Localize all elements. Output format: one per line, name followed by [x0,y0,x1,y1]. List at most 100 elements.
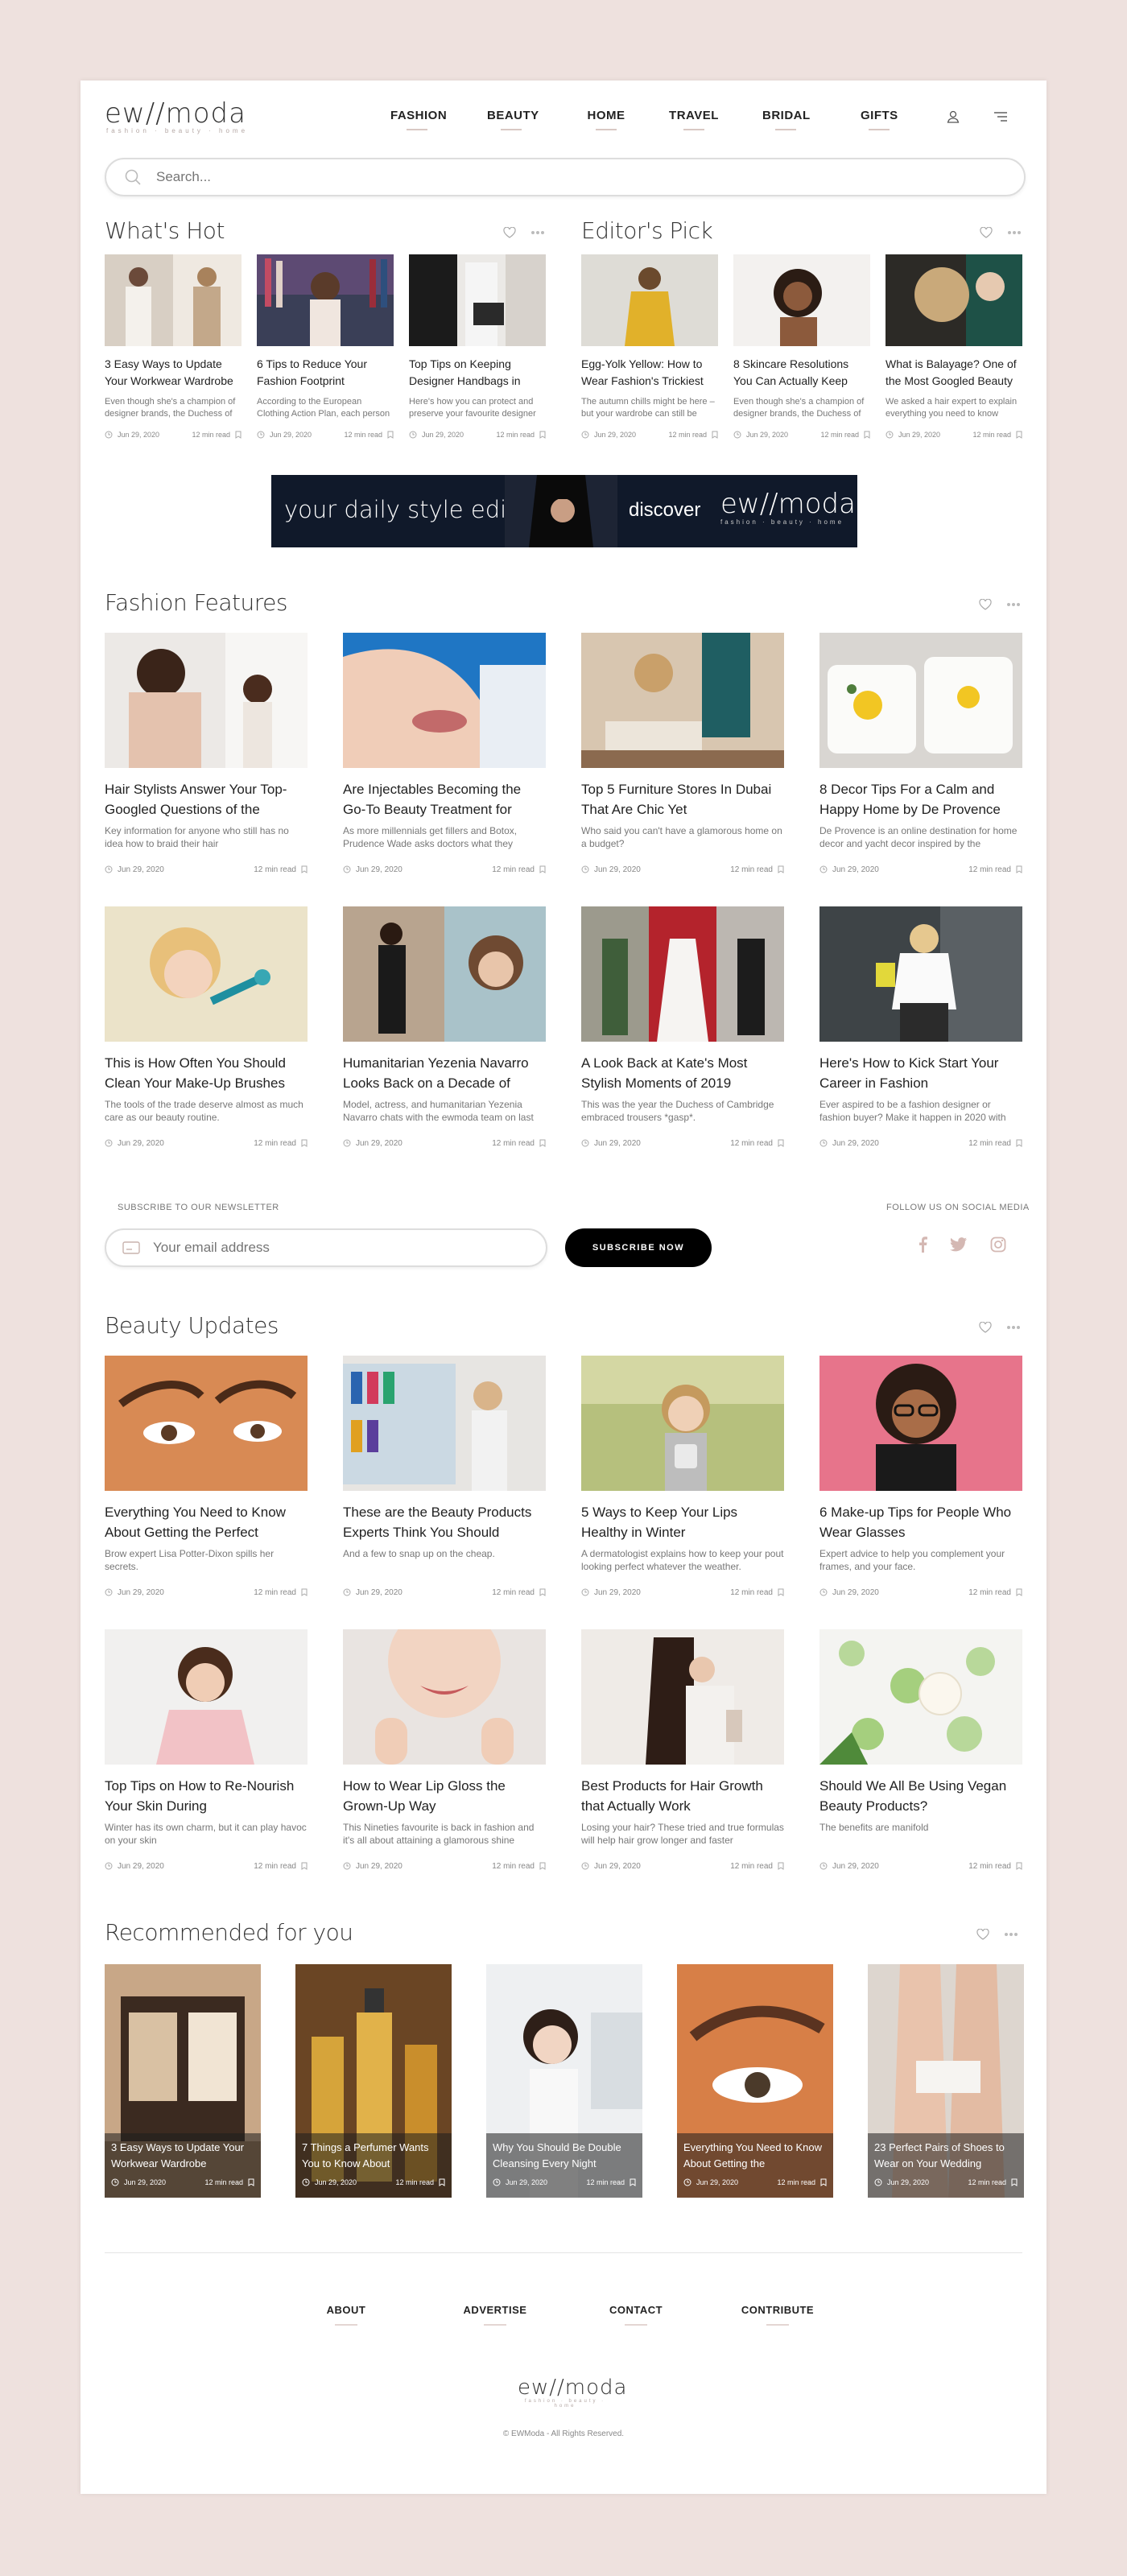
twitter-icon[interactable] [950,1237,968,1252]
feature-card[interactable]: Humanitarian Yezenia Navarro Looks Back … [343,906,546,1150]
pick-card[interactable]: 8 Skincare Resolutions You Can Actually … [733,254,870,441]
article-image [343,1629,546,1765]
banner-logo: ew//moda fashion · beauty · home [720,489,856,526]
card-title: Are Injectables Becoming the Go-To Beaut… [343,782,522,817]
feature-card[interactable]: This is How Often You Should Clean Your … [105,906,308,1150]
banner-discover: discover [629,499,701,521]
recommended-card[interactable]: 7 Things a Perfumer Wants You to Know Ab… [295,1964,452,2198]
beauty-card[interactable]: 5 Ways to Keep Your Lips Healthy in Wint… [581,1356,784,1599]
clock-icon [343,1139,351,1147]
hot-card[interactable]: 3 Easy Ways to Update Your Workwear Ward… [105,254,242,441]
card-date: Jun 29, 2020 [696,2178,739,2186]
footer-link-contribute[interactable]: CONTRIBUTE [737,2304,818,2326]
footer-link-advertise[interactable]: ADVERTISE [459,2304,531,2326]
heart-icon[interactable] [979,1322,992,1333]
card-title: 7 Things a Perfumer Wants You to Know Ab… [302,2141,429,2169]
clock-icon [819,1862,828,1870]
beauty-card[interactable]: 6 Make-up Tips for People Who Wear Glass… [819,1356,1022,1599]
card-date: Jun 29, 2020 [118,865,164,874]
subscribe-button[interactable]: SUBSCRIBE NOW [565,1228,712,1267]
clock-icon [819,1139,828,1147]
feature-card[interactable]: 8 Decor Tips For a Calm and Happy Home b… [819,633,1022,876]
more-icon[interactable] [1007,230,1022,235]
article-image [581,254,718,346]
nav-travel[interactable]: TRAVEL [669,104,719,130]
card-title: 23 Perfect Pairs of Shoes to Wear on You… [874,2141,1005,2169]
card-read-time: 12 min read [254,1587,296,1597]
editors-pick-title: Editor's Pick [581,217,713,244]
feature-card[interactable]: Top 5 Furniture Stores In Dubai That Are… [581,633,784,876]
card-date: Jun 29, 2020 [118,1587,164,1597]
bookmark-icon [1016,1588,1022,1596]
beauty-card[interactable]: Top Tips on How to Re-Nourish Your Skin … [105,1629,308,1872]
more-icon[interactable] [1004,1932,1018,1937]
heart-icon[interactable] [980,227,993,238]
heart-icon[interactable] [503,227,516,238]
card-date: Jun 29, 2020 [594,1861,641,1871]
heart-icon[interactable] [979,599,992,610]
hot-card[interactable]: Top Tips on Keeping Designer Handbags in… [409,254,546,441]
more-icon[interactable] [530,230,545,235]
nav-home[interactable]: HOME [587,104,625,130]
card-meta: Jun 29, 2020 12 min read [343,1586,546,1599]
card-read-time: 12 min read [968,2178,1006,2186]
logo[interactable]: ew//moda fashion · beauty · home [105,100,266,134]
card-read-time: 12 min read [730,865,773,874]
beauty-card[interactable]: Should We All Be Using Vegan Beauty Prod… [819,1629,1022,1872]
recommended-card[interactable]: 23 Perfect Pairs of Shoes to Wear on You… [868,1964,1024,2198]
recommended-card[interactable]: Why You Should Be Double Cleansing Every… [486,1964,642,2198]
beauty-card[interactable]: Best Products for Hair Growth that Actua… [581,1629,784,1872]
social-label: FOLLOW US ON SOCIAL MEDIA [886,1203,1030,1212]
user-icon[interactable] [946,109,960,124]
recommended-card[interactable]: 3 Easy Ways to Update Your Workwear Ward… [105,1964,261,2198]
feature-card[interactable]: Are Injectables Becoming the Go-To Beaut… [343,633,546,876]
beauty-card[interactable]: Everything You Need to Know About Gettin… [105,1356,308,1599]
more-icon[interactable] [1006,602,1021,607]
card-meta: Jun 29, 2020 12 min read [343,863,546,876]
mail-icon [122,1241,140,1254]
card-date: Jun 29, 2020 [118,1138,164,1148]
feature-card[interactable]: A Look Back at Kate's Most Stylish Momen… [581,906,784,1150]
hot-card[interactable]: 6 Tips to Reduce Your Fashion Footprint … [257,254,394,441]
banner-headline: your daily style edit [284,496,516,523]
clock-icon [874,2178,882,2186]
email-input[interactable] [153,1240,507,1256]
card-overlay: 23 Perfect Pairs of Shoes to Wear on You… [868,2133,1024,2198]
facebook-icon[interactable] [918,1236,927,1253]
beauty-card[interactable]: These are the Beauty Products Experts Th… [343,1356,546,1599]
feature-card[interactable]: Hair Stylists Answer Your Top-Googled Qu… [105,633,308,876]
instagram-icon[interactable] [990,1236,1006,1253]
nav-beauty[interactable]: BEAUTY [487,104,539,130]
card-meta: Jun 29, 2020 12 min read [581,1586,784,1599]
card-date: Jun 29, 2020 [356,865,402,874]
bookmark-icon [778,1139,784,1147]
card-date: Jun 29, 2020 [356,1587,402,1597]
pick-card[interactable]: What is Balayage? One of the Most Google… [886,254,1022,441]
nav-gifts[interactable]: GIFTS [861,104,898,130]
page: ew//moda fashion · beauty · home FASHION… [80,80,1046,2494]
ad-banner[interactable]: your daily style edit discover ew//moda … [271,475,857,547]
more-icon[interactable] [1006,1325,1021,1330]
card-excerpt: According to the European Clothing Actio… [257,397,390,419]
recommended-card[interactable]: Everything You Need to Know About Gettin… [677,1964,833,2198]
nav-fashion[interactable]: FASHION [390,104,447,130]
banner-tagline: fashion · beauty · home [720,518,844,526]
card-meta: Jun 29, 2020 12 min read [409,428,546,441]
search-input[interactable] [156,169,881,185]
bookmark-icon [235,431,242,439]
footer-logo[interactable]: ew//moda fashion · beauty · home [518,2376,626,2409]
nav-bridal[interactable]: BRIDAL [762,104,810,130]
beauty-card[interactable]: How to Wear Lip Gloss the Grown-Up Way T… [343,1629,546,1872]
whats-hot-title: What's Hot [105,217,225,244]
footer-link-about[interactable]: ABOUT [322,2304,370,2326]
menu-icon[interactable] [993,110,1009,123]
feature-card[interactable]: Here's How to Kick Start Your Career in … [819,906,1022,1150]
card-meta: Jun 29, 2020 12 min read [105,1586,308,1599]
footer-link-contact[interactable]: CONTACT [604,2304,668,2326]
bookmark-icon [539,1139,546,1147]
heart-icon[interactable] [976,1929,989,1940]
card-meta: Jun 29, 2020 12 min read [683,2178,827,2186]
bookmark-icon [1016,1862,1022,1870]
pick-card[interactable]: Egg-Yolk Yellow: How to Wear Fashion's T… [581,254,718,441]
copyright: © EWModa - All Rights Reserved. [502,2429,625,2438]
